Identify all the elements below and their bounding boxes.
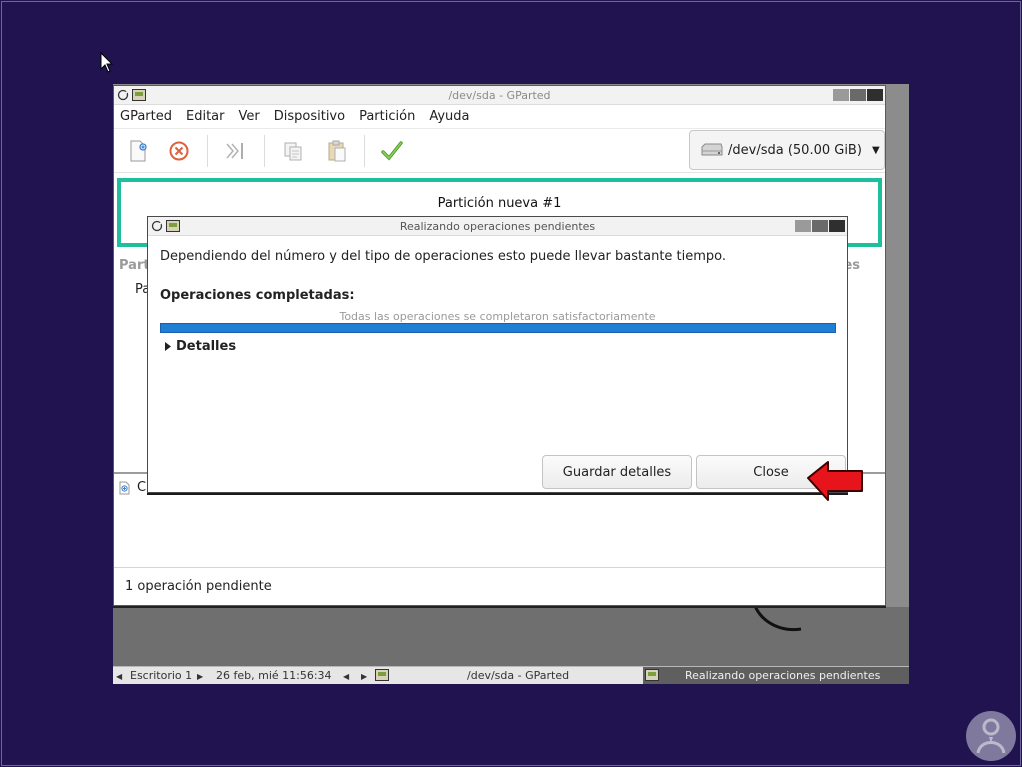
menu-ver[interactable]: Ver [239,109,267,124]
device-selector-label: /dev/sda (50.00 GiB) [728,142,862,158]
status-divider [114,567,885,568]
paste-icon [328,140,346,162]
toolbar-separator [364,135,365,167]
menu-dispositivo[interactable]: Dispositivo [274,109,352,124]
pending-operation-label: C [137,480,147,495]
watermark-logo-icon [966,711,1016,761]
menu-bar: GParted Editar Ver Dispositivo Partición… [114,105,885,129]
dialog-title: Realizando operaciones pendientes [399,220,596,233]
operations-completed-label: Operaciones completadas: [160,288,355,303]
toolbar-separator [264,135,265,167]
hard-drive-icon [701,143,723,156]
copy-button[interactable] [280,138,306,164]
apply-button[interactable] [379,138,405,164]
annotation-arrow-icon [807,461,863,501]
task-active-label: Realizando operaciones pendientes [685,669,881,682]
menu-editar[interactable]: Editar [186,109,232,124]
next-desktop-button[interactable]: ▶ [197,669,203,682]
toolbar-separator [207,135,208,167]
close-window-button[interactable] [829,220,845,232]
new-partition-icon [119,481,130,494]
save-details-button[interactable]: Guardar detalles [542,455,692,489]
checkmark-icon [381,141,403,161]
expand-arrow-icon [165,342,171,351]
gparted-title-bar[interactable]: /dev/sda - GParted [114,86,885,105]
new-document-icon [130,140,147,162]
debian-swirl-icon [753,605,802,632]
prev-desktop-button[interactable]: ◀ [116,669,122,682]
copy-icon [284,142,302,161]
gparted-app-icon [645,669,659,681]
desktop-name[interactable]: Escritorio 1 [130,669,192,682]
progress-bar [160,323,836,333]
maximize-button[interactable] [812,220,828,232]
maximize-button[interactable] [850,89,866,101]
pending-operation-item[interactable]: C [118,480,146,495]
toolbar: /dev/sda (50.00 GiB) ▼ [114,129,885,173]
dialog-message: Dependiendo del número y del tipo de ope… [160,249,727,264]
delete-icon [169,141,189,161]
partition-graphic-label: Partición nueva #1 [437,196,562,211]
progress-bar-fill [161,324,835,332]
progress-text: Todas las operaciones se completaron sat… [339,310,656,323]
gparted-app-icon [375,669,389,681]
task-gparted[interactable]: /dev/sda - GParted [467,669,569,682]
resize-move-icon [226,143,243,159]
task-active[interactable]: Realizando operaciones pendientes [643,667,909,684]
menu-particion[interactable]: Partición [359,109,422,124]
chevron-down-icon: ▼ [871,144,880,156]
dialog-title-bar[interactable]: Realizando operaciones pendientes [148,217,847,236]
gparted-title: /dev/sda - GParted [448,89,551,102]
details-expander[interactable]: Detalles [165,339,236,354]
menu-ayuda[interactable]: Ayuda [429,109,476,124]
details-label: Detalles [176,339,237,354]
delete-partition-button[interactable] [166,138,192,164]
resize-move-button[interactable] [222,138,248,164]
pending-operations-dialog: Realizando operaciones pendientes Depend… [147,216,848,493]
minimize-button[interactable] [833,89,849,101]
prev-task-button[interactable]: ◀ [343,669,349,682]
clock: 26 feb, mié 11:56:34 [216,669,332,682]
next-task-button[interactable]: ▶ [361,669,367,682]
mouse-cursor-icon [100,52,114,73]
status-bar: 1 operación pendiente [125,579,272,594]
minimize-button[interactable] [795,220,811,232]
paste-button[interactable] [324,138,350,164]
menu-gparted[interactable]: GParted [120,109,179,124]
taskbar: ◀ Escritorio 1 ▶ 26 feb, mié 11:56:34 ◀ … [113,666,909,684]
new-partition-button[interactable] [125,138,151,164]
device-selector[interactable]: /dev/sda (50.00 GiB) ▼ [689,130,885,170]
close-window-button[interactable] [867,89,883,101]
partition-table-header: Part [119,258,150,273]
